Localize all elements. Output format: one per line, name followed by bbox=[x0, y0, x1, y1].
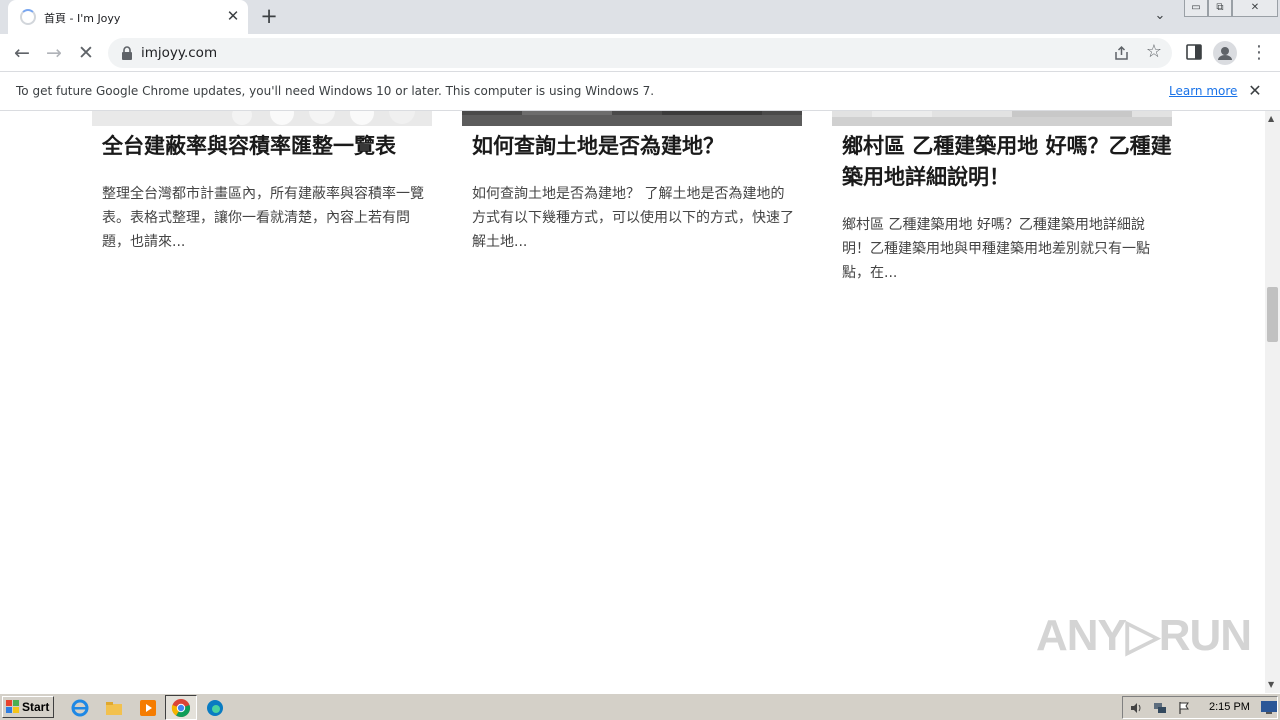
action-center-flag-icon[interactable] bbox=[1177, 701, 1191, 715]
system-tray: 2:15 PM bbox=[1122, 696, 1278, 719]
article-excerpt: 鄉村區 乙種建築用地 好嗎？乙種建築用地詳細說明！乙種建築用地與甲種建築用地差別… bbox=[842, 217, 1150, 281]
tab-close-icon[interactable]: ✕ bbox=[224, 7, 242, 25]
restore-button[interactable]: ⧉ bbox=[1208, 0, 1232, 17]
scroll-up-arrow-icon[interactable]: ▲ bbox=[1268, 114, 1274, 123]
bookmark-star-icon[interactable]: ☆ bbox=[1144, 41, 1164, 63]
profile-avatar-icon[interactable] bbox=[1213, 41, 1237, 65]
article-thumbnail[interactable] bbox=[462, 111, 802, 126]
tab-search-button[interactable]: ⌄ bbox=[1150, 8, 1170, 26]
internet-explorer-icon[interactable] bbox=[70, 698, 90, 718]
anyrun-watermark: ANY▷RUN bbox=[1036, 611, 1252, 660]
browser-toolbar: ← → ✕ imjoyy.com ☆ ⋮ bbox=[0, 34, 1280, 72]
chrome-taskbar-button[interactable] bbox=[165, 695, 197, 720]
forward-button[interactable]: → bbox=[42, 41, 66, 65]
show-desktop-icon[interactable] bbox=[1260, 698, 1278, 716]
back-button[interactable]: ← bbox=[10, 41, 34, 65]
media-player-icon[interactable] bbox=[138, 698, 158, 718]
infobar-message: To get future Google Chrome updates, you… bbox=[16, 84, 655, 98]
chrome-icon bbox=[171, 699, 191, 718]
article-thumbnail[interactable] bbox=[832, 111, 1172, 126]
minimize-button[interactable]: ▭ bbox=[1184, 0, 1208, 17]
new-tab-button[interactable]: + bbox=[258, 6, 280, 28]
url-text[interactable]: imjoyy.com bbox=[141, 45, 217, 61]
scroll-thumb[interactable] bbox=[1267, 287, 1278, 342]
loading-spinner-icon bbox=[20, 9, 36, 25]
stop-loading-button[interactable]: ✕ bbox=[74, 41, 98, 65]
article-excerpt: 如何查詢土地是否為建地？ 了解土地是否為建地的方式有以下幾種方式，可以使用以下的… bbox=[472, 186, 794, 250]
scroll-down-arrow-icon[interactable]: ▼ bbox=[1268, 680, 1274, 689]
page-scrollbar[interactable]: ▲ ▼ bbox=[1265, 111, 1280, 693]
article-title[interactable]: 如何查詢土地是否為建地？ bbox=[472, 131, 802, 162]
article-title[interactable]: 鄉村區 乙種建築用地 好嗎？乙種建築用地詳細說明！ bbox=[842, 131, 1172, 193]
update-infobar: To get future Google Chrome updates, you… bbox=[0, 72, 1280, 111]
tab-title: 首頁 - I'm Joyy bbox=[44, 12, 121, 25]
network-icon[interactable] bbox=[1153, 701, 1167, 715]
tab-strip: 首頁 - I'm Joyy ✕ + ⌄ ▭ ⧉ ✕ bbox=[0, 0, 1280, 34]
taskbar-clock[interactable]: 2:15 PM bbox=[1209, 701, 1250, 713]
volume-icon[interactable] bbox=[1129, 701, 1143, 715]
file-explorer-icon[interactable] bbox=[104, 698, 124, 718]
browser-tab[interactable]: 首頁 - I'm Joyy ✕ bbox=[8, 0, 248, 34]
windows-taskbar: Start 2:15 PM bbox=[0, 693, 1280, 720]
window-controls: ▭ ⧉ ✕ bbox=[1184, 0, 1278, 18]
start-label: Start bbox=[22, 700, 50, 714]
share-icon[interactable] bbox=[1113, 44, 1131, 62]
address-bar[interactable]: imjoyy.com ☆ bbox=[108, 38, 1172, 68]
article-thumbnail[interactable] bbox=[92, 111, 432, 126]
article-excerpt: 整理全台灣都市計畫區內，所有建蔽率與容積率一覽表。表格式整理，讓你一看就清楚，內… bbox=[102, 186, 424, 250]
side-panel-icon[interactable] bbox=[1186, 44, 1202, 60]
browser-menu-icon[interactable]: ⋮ bbox=[1250, 41, 1268, 65]
learn-more-link[interactable]: Learn more bbox=[1169, 84, 1237, 98]
lock-icon bbox=[122, 46, 132, 60]
web-page: 全台建蔽率與容積率匯整一覽表 整理全台灣都市計畫區內，所有建蔽率與容積率一覽表。… bbox=[0, 111, 1265, 693]
infobar-close-icon[interactable]: ✕ bbox=[1246, 82, 1264, 100]
windows-logo-icon bbox=[6, 700, 19, 713]
start-button[interactable]: Start bbox=[2, 696, 54, 718]
article-title[interactable]: 全台建蔽率與容積率匯整一覽表 bbox=[102, 131, 432, 162]
screen: 首頁 - I'm Joyy ✕ + ⌄ ▭ ⧉ ✕ ← → ✕ imjoyy.c… bbox=[0, 0, 1280, 720]
edge-icon[interactable] bbox=[205, 698, 225, 718]
close-window-button[interactable]: ✕ bbox=[1232, 0, 1278, 17]
